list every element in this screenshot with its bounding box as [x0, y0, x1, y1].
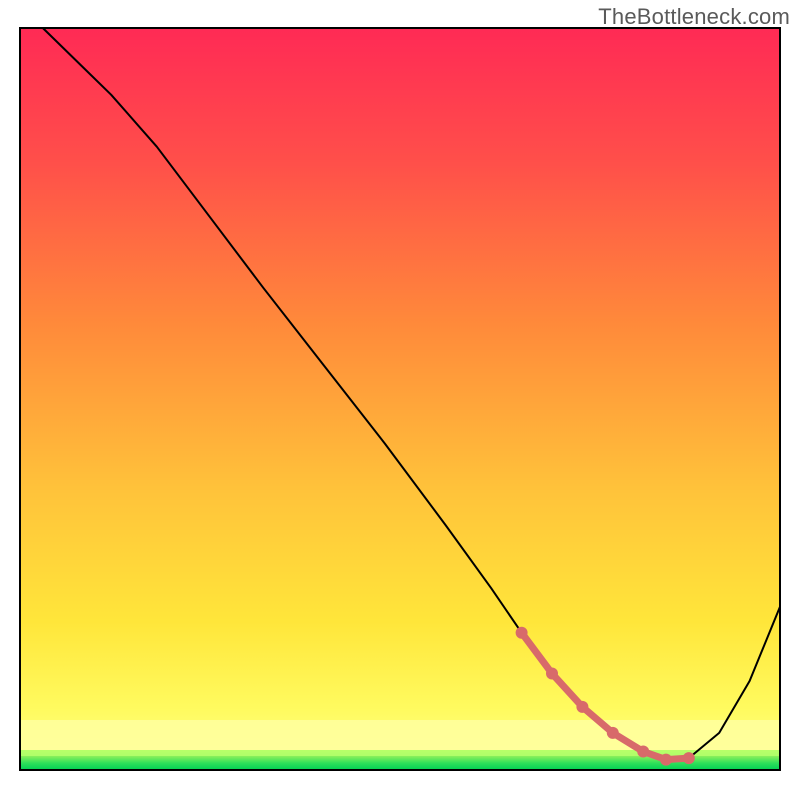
highlight-bead [660, 754, 672, 766]
highlight-bead [607, 727, 619, 739]
highlight-bead [637, 746, 649, 758]
highlight-bead [546, 668, 558, 680]
gradient-background [20, 28, 780, 770]
pale-yellow-band [20, 720, 780, 750]
chart-container: TheBottleneck.com [0, 0, 800, 800]
plot-area [20, 28, 780, 770]
watermark-text: TheBottleneck.com [598, 4, 790, 30]
highlight-bead [683, 752, 695, 764]
highlight-bead [576, 701, 588, 713]
highlight-bead [516, 627, 528, 639]
bottleneck-chart [0, 0, 800, 800]
